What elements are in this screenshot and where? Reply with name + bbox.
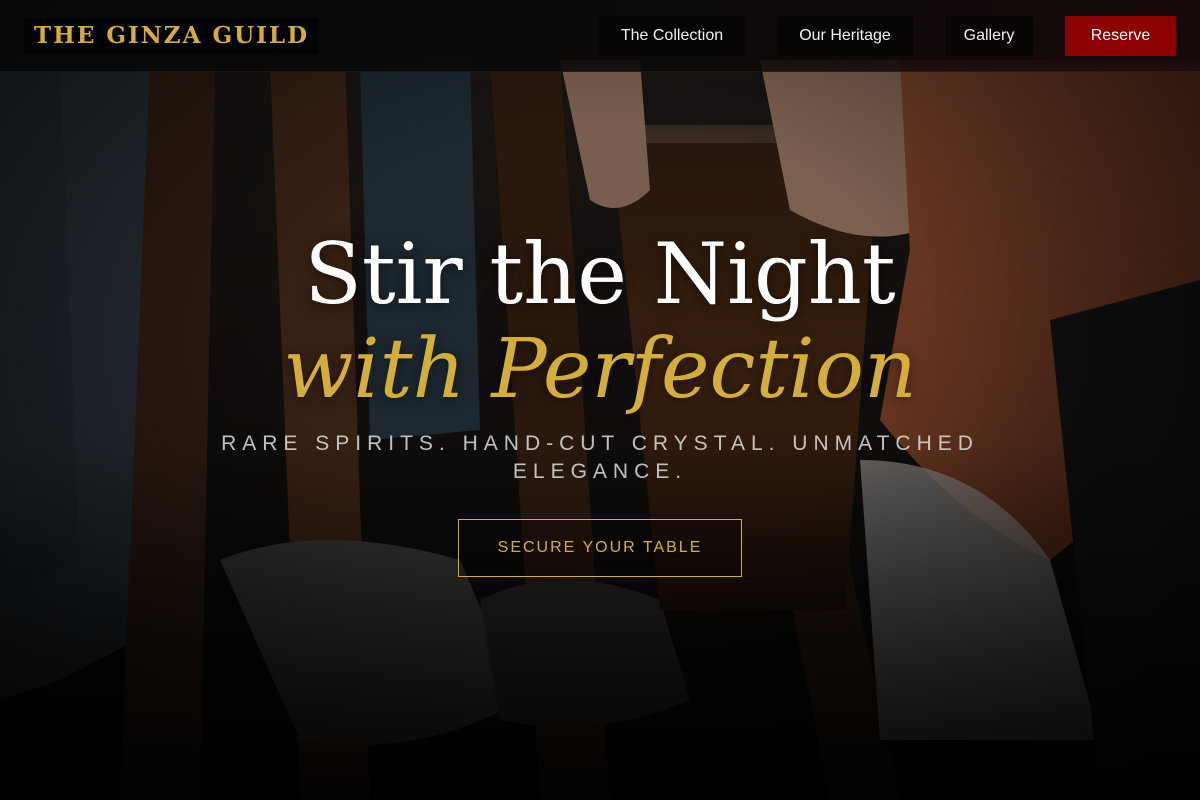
brand-logo[interactable]: THE GINZA GUILD <box>24 18 320 54</box>
hero-title-line1: Stir the Night <box>304 225 896 323</box>
hero-section: Stir the Night with Perfection RARE SPIR… <box>0 0 1200 800</box>
top-navigation-bar: THE GINZA GUILD The Collection Our Herit… <box>0 0 1200 72</box>
hero-tagline: RARE SPIRITS. HAND-CUT CRYSTAL. UNMATCHE… <box>221 432 979 483</box>
nav-link-heritage[interactable]: Our Heritage <box>777 16 913 56</box>
reserve-button[interactable]: Reserve <box>1065 16 1176 56</box>
secure-table-button[interactable]: SECURE YOUR TABLE <box>458 519 742 577</box>
nav-link-gallery[interactable]: Gallery <box>945 16 1033 56</box>
nav-link-collection[interactable]: The Collection <box>599 16 745 56</box>
hero-title-line2: with Perfection <box>283 322 917 417</box>
